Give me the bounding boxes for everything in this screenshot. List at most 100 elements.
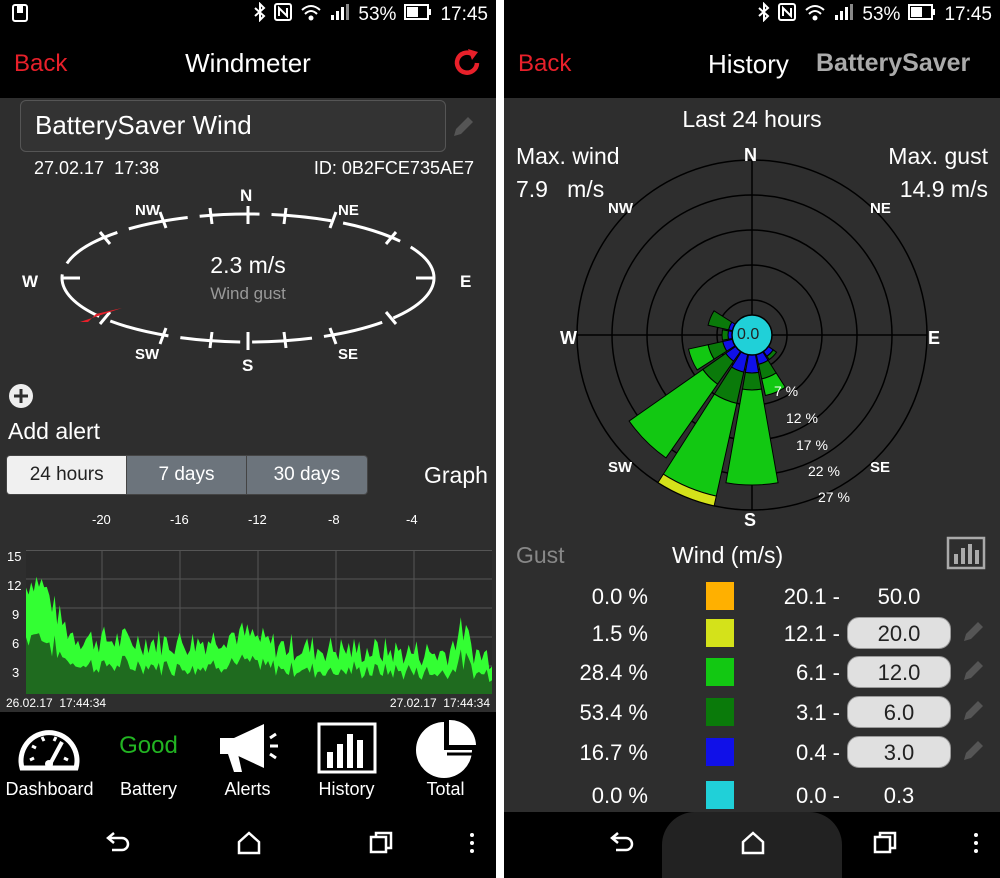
back-button[interactable]: Back <box>518 50 571 78</box>
nav-battery[interactable]: Good Battery <box>99 712 198 812</box>
rose-label-s: S <box>744 510 757 530</box>
rose-label-sw: SW <box>608 459 633 476</box>
rose-petal <box>741 371 763 391</box>
nfc-icon <box>778 3 797 27</box>
nfc-icon <box>274 3 293 27</box>
legend-color-swatch <box>706 658 734 686</box>
wind-history-graph[interactable] <box>26 550 492 694</box>
app-bar: Back Windmeter <box>0 28 496 98</box>
graph-start-time: 26.02.17 17:44:34 <box>6 696 107 710</box>
graph-end-time: 27.02.17 17:44:34 <box>389 696 490 710</box>
add-alert-icon[interactable] <box>8 383 34 414</box>
tab-24-hours[interactable]: 24 hours <box>7 456 127 494</box>
megaphone-icon <box>216 720 278 781</box>
graph-x-tick: -16 <box>170 512 189 527</box>
graph-x-tick: -4 <box>406 512 418 527</box>
battery-percent: 53% <box>358 4 397 25</box>
more-nav-icon[interactable] <box>468 830 476 861</box>
legend-range-high[interactable]: 6.0 <box>847 696 951 728</box>
pie-chart-icon <box>416 718 478 783</box>
graph-button[interactable]: Graph <box>424 462 488 489</box>
rose-label-nw: NW <box>608 200 633 217</box>
graph-x-tick: -12 <box>248 512 267 527</box>
app-bar: Back History BatterySaver <box>504 28 1000 98</box>
recents-nav-icon[interactable] <box>368 830 394 861</box>
legend-range-low: 0.0 - <box>795 783 840 808</box>
legend-color-swatch <box>706 619 734 647</box>
battery-percent: 53% <box>862 4 901 25</box>
battery-status: Good <box>119 732 178 759</box>
nav-alerts[interactable]: Alerts <box>198 712 297 812</box>
tab-30-days[interactable]: 30 days <box>245 456 367 494</box>
calm-value: 0.0 <box>737 326 760 343</box>
system-nav-bar <box>504 812 1000 878</box>
wind-speed-caption: Wind gust <box>210 284 286 303</box>
screenshot-icon <box>12 4 28 28</box>
nav-dashboard[interactable]: Dashboard <box>0 712 99 812</box>
legend-range-low: 12.1 - <box>783 621 840 646</box>
edit-pencil-icon[interactable] <box>960 658 986 684</box>
rose-petal <box>721 329 729 341</box>
rose-label-n: N <box>744 145 757 165</box>
graph-y-tick: 3 <box>12 665 20 680</box>
refresh-icon[interactable] <box>452 48 482 83</box>
bar-chart-icon <box>317 722 377 779</box>
add-alert-button[interactable]: Add alert <box>8 418 100 445</box>
page-title: Windmeter <box>185 48 311 78</box>
graph-x-tick: -20 <box>92 512 111 527</box>
legend-range-high[interactable]: 12.0 <box>847 656 951 688</box>
recents-nav-icon[interactable] <box>872 830 898 861</box>
period-label: Last 24 hours <box>682 106 822 132</box>
chart-toggle-icon[interactable] <box>946 536 986 575</box>
legend-range-low: 20.1 - <box>783 584 840 609</box>
legend-range-low: 0.4 - <box>795 740 840 765</box>
nav-history[interactable]: History <box>297 712 396 812</box>
compass-label-nw: NW <box>135 202 160 219</box>
home-nav-icon[interactable] <box>236 830 262 861</box>
signal-icon <box>330 3 350 27</box>
legend-percent: 1.5 % <box>591 621 648 646</box>
nav-total[interactable]: Total <box>396 712 495 812</box>
legend-title: Wind (m/s) <box>672 542 784 568</box>
device-name-field[interactable]: BatterySaver Wind <box>20 100 446 152</box>
home-nav-icon[interactable] <box>740 830 766 861</box>
brand-title: BatterySaver <box>816 49 971 77</box>
compass-label-ne: NE <box>338 202 359 219</box>
ring-label: 12 % <box>786 410 818 426</box>
tab-7-days[interactable]: 7 days <box>126 456 246 494</box>
graph-y-tick: 9 <box>12 607 20 622</box>
bluetooth-icon <box>758 1 770 28</box>
legend-range-low: 6.1 - <box>795 660 840 685</box>
clock: 17:45 <box>440 4 488 25</box>
nav-history-label: History <box>318 779 375 799</box>
status-bar: 53% 17:45 <box>504 0 1000 28</box>
legend-percent: 0.0 % <box>591 584 648 609</box>
gust-tab[interactable]: Gust <box>516 542 565 569</box>
battery-icon <box>404 4 432 26</box>
nav-dashboard-label: Dashboard <box>5 779 94 799</box>
back-nav-icon[interactable] <box>104 830 130 861</box>
edit-pencil-icon[interactable] <box>960 619 986 645</box>
status-bar: 53% 17:45 <box>0 0 496 28</box>
more-nav-icon[interactable] <box>972 830 980 861</box>
signal-icon <box>834 3 854 27</box>
edit-pencil-icon[interactable] <box>960 698 986 724</box>
legend-percent: 53.4 % <box>579 700 649 725</box>
back-nav-icon[interactable] <box>608 830 634 861</box>
ring-label: 22 % <box>808 463 840 479</box>
compass-label-s: S <box>242 356 254 375</box>
compass-label-n: N <box>240 186 253 205</box>
legend-range-high[interactable]: 3.0 <box>847 736 951 768</box>
period-selector: 24 hours 7 days 30 days <box>6 455 368 495</box>
last-update-time: 27.02.17 17:38 <box>34 158 160 178</box>
ring-label: 27 % <box>818 489 850 505</box>
legend-range-high[interactable]: 20.0 <box>847 617 951 649</box>
rose-label-se: SE <box>870 459 891 476</box>
edit-pencil-icon[interactable] <box>960 738 986 764</box>
nav-battery-label: Battery <box>119 779 178 799</box>
legend-color-swatch <box>706 698 734 726</box>
edit-pencil-icon[interactable] <box>450 114 476 145</box>
graph-x-tick: -8 <box>328 512 340 527</box>
wifi-icon <box>300 3 322 27</box>
graph-y-tick: 6 <box>12 636 20 651</box>
